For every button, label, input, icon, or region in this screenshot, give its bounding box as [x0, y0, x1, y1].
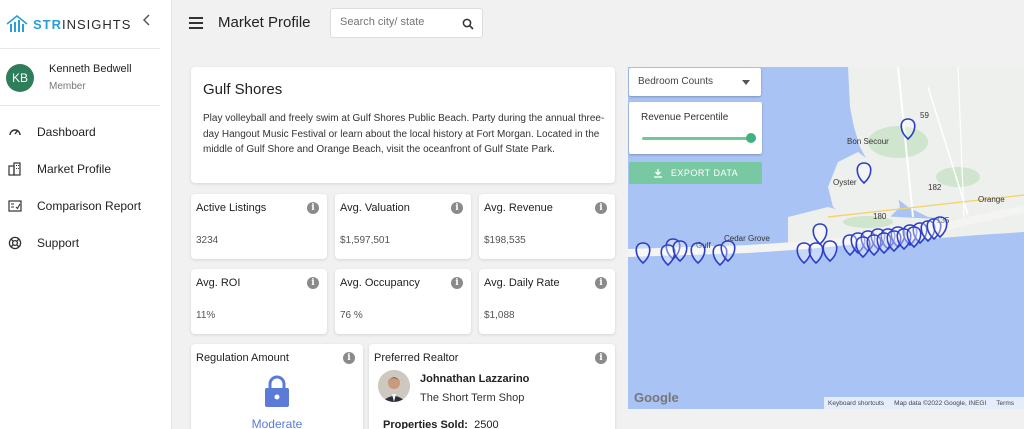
stat-value: $1,088 — [484, 310, 515, 321]
stat-value: $1,597,501 — [340, 235, 391, 246]
info-icon[interactable]: i — [343, 352, 355, 364]
sidebar-item-dashboard[interactable]: Dashboard — [8, 122, 96, 142]
brand-logo[interactable]: STRINSIGHTS — [6, 12, 131, 36]
sidebar-item-label: Dashboard — [37, 125, 96, 139]
speedometer-icon — [8, 125, 22, 139]
slider-track[interactable] — [642, 137, 752, 140]
preferred-realtor-card: Preferred Realtor i Johnathan Lazzarino … — [369, 344, 615, 429]
regulation-label: Regulation Amount — [196, 352, 289, 364]
revenue-percentile-panel: Revenue Percentile — [629, 102, 762, 154]
user-name: Kenneth Bedwell — [49, 63, 132, 75]
caret-down-icon — [742, 80, 750, 85]
google-logo: Google — [634, 390, 679, 405]
revenue-percentile-label: Revenue Percentile — [641, 112, 729, 123]
search-icon[interactable] — [462, 17, 474, 35]
map-data-text: Map data ©2022 Google, INEGI — [894, 399, 987, 407]
stat-card-avg-daily-rate: Avg. Daily Rate i $1,088 — [479, 269, 615, 334]
realtor-label: Preferred Realtor — [374, 352, 459, 364]
info-icon[interactable]: i — [595, 277, 607, 289]
realtor-name: Johnathan Lazzarino — [420, 373, 530, 385]
properties-sold: Properties Sold: 2500 — [383, 419, 499, 429]
regulation-card: Regulation Amount i Moderate — [191, 344, 363, 429]
menu-icon[interactable] — [189, 17, 203, 29]
export-label: EXPORT DATA — [670, 168, 739, 178]
search-input[interactable] — [340, 16, 450, 28]
info-icon[interactable]: i — [451, 202, 463, 214]
market-map[interactable]: Bon Secour Oyster Cedar Grove Gulf Orang… — [628, 67, 1024, 409]
market-description-card: Gulf Shores Play volleyball and freely s… — [191, 67, 615, 183]
regulation-value: Moderate — [251, 417, 303, 429]
report-icon — [8, 199, 22, 213]
map-pin-marker[interactable] — [796, 242, 812, 265]
stat-card-avg-occupancy: Avg. Occupancy i 76 % — [335, 269, 471, 334]
sidebar-item-market-profile[interactable]: Market Profile — [8, 159, 111, 179]
divider — [0, 105, 160, 106]
realtor-company: The Short Term Shop — [420, 392, 525, 404]
properties-sold-value: 2500 — [474, 419, 499, 429]
lifebuoy-icon — [8, 236, 22, 250]
stat-value: 76 % — [340, 310, 363, 321]
house-logo-icon — [6, 15, 28, 32]
dropdown-label: Bedroom Counts — [638, 76, 714, 87]
map-attribution: Keyboard shortcuts Map data ©2022 Google… — [824, 397, 1024, 409]
sidebar-item-label: Market Profile — [37, 162, 112, 176]
buildings-icon — [8, 162, 22, 176]
stat-value: 3234 — [196, 235, 219, 246]
map-pin-marker[interactable] — [822, 240, 838, 263]
collapse-sidebar-button[interactable] — [142, 13, 151, 29]
stat-card-avg-roi: Avg. ROI i 11% — [191, 269, 327, 334]
properties-sold-label: Properties Sold: — [383, 419, 468, 429]
user-role: Member — [49, 81, 86, 92]
stat-label: Avg. ROI — [196, 277, 241, 289]
chevron-left-icon — [142, 14, 150, 26]
divider — [0, 48, 160, 49]
stat-value: $198,535 — [484, 235, 526, 246]
stat-card-avg-revenue: Avg. Revenue i $198,535 — [479, 194, 615, 259]
sidebar: STRINSIGHTS KB Kenneth Bedwell Member Da… — [0, 0, 172, 429]
info-icon[interactable]: i — [451, 277, 463, 289]
sidebar-item-comparison-report[interactable]: Comparison Report — [8, 196, 141, 216]
stat-label: Avg. Daily Rate — [484, 277, 560, 289]
stat-card-avg-valuation: Avg. Valuation i $1,597,501 — [335, 194, 471, 259]
map-pin-marker[interactable] — [690, 242, 706, 265]
sidebar-item-label: Comparison Report — [37, 199, 142, 213]
info-icon[interactable]: i — [307, 277, 319, 289]
sidebar-item-label: Support — [37, 236, 80, 250]
topbar: Market Profile — [173, 0, 1024, 48]
stat-card-active-listings: Active Listings i 3234 — [191, 194, 327, 259]
map-pin-marker[interactable] — [812, 223, 828, 246]
map-pin-marker[interactable] — [900, 118, 916, 141]
map-pin-marker[interactable] — [808, 242, 824, 265]
market-name: Gulf Shores — [203, 81, 283, 98]
stat-label: Active Listings — [196, 202, 267, 214]
terms-link[interactable]: Terms — [996, 400, 1014, 407]
info-icon[interactable]: i — [595, 352, 607, 364]
bedroom-counts-dropdown[interactable]: Bedroom Counts — [629, 68, 761, 96]
stat-value: 11% — [196, 310, 216, 321]
page-title: Market Profile — [218, 14, 311, 31]
stat-label: Avg. Occupancy — [340, 277, 420, 289]
search-box[interactable] — [330, 8, 483, 38]
lock-icon — [265, 375, 289, 407]
export-data-button[interactable]: EXPORT DATA — [629, 162, 762, 184]
stat-label: Avg. Revenue — [484, 202, 553, 214]
map-pin-marker[interactable] — [672, 240, 688, 263]
avatar: KB — [6, 64, 34, 92]
download-icon — [653, 169, 662, 178]
user-profile[interactable]: KB Kenneth Bedwell Member — [6, 63, 132, 92]
brand-name: STRINSIGHTS — [33, 16, 132, 32]
sidebar-item-support[interactable]: Support — [8, 233, 79, 253]
info-icon[interactable]: i — [595, 202, 607, 214]
stat-label: Avg. Valuation — [340, 202, 410, 214]
slider-thumb[interactable] — [746, 133, 756, 143]
info-icon[interactable]: i — [307, 202, 319, 214]
realtor-photo — [378, 370, 410, 402]
market-description: Play volleyball and freely swim at Gulf … — [203, 113, 605, 155]
keyboard-shortcuts-link[interactable]: Keyboard shortcuts — [828, 400, 884, 407]
map-pin-marker[interactable] — [635, 242, 651, 265]
map-pin-marker[interactable] — [856, 162, 872, 185]
